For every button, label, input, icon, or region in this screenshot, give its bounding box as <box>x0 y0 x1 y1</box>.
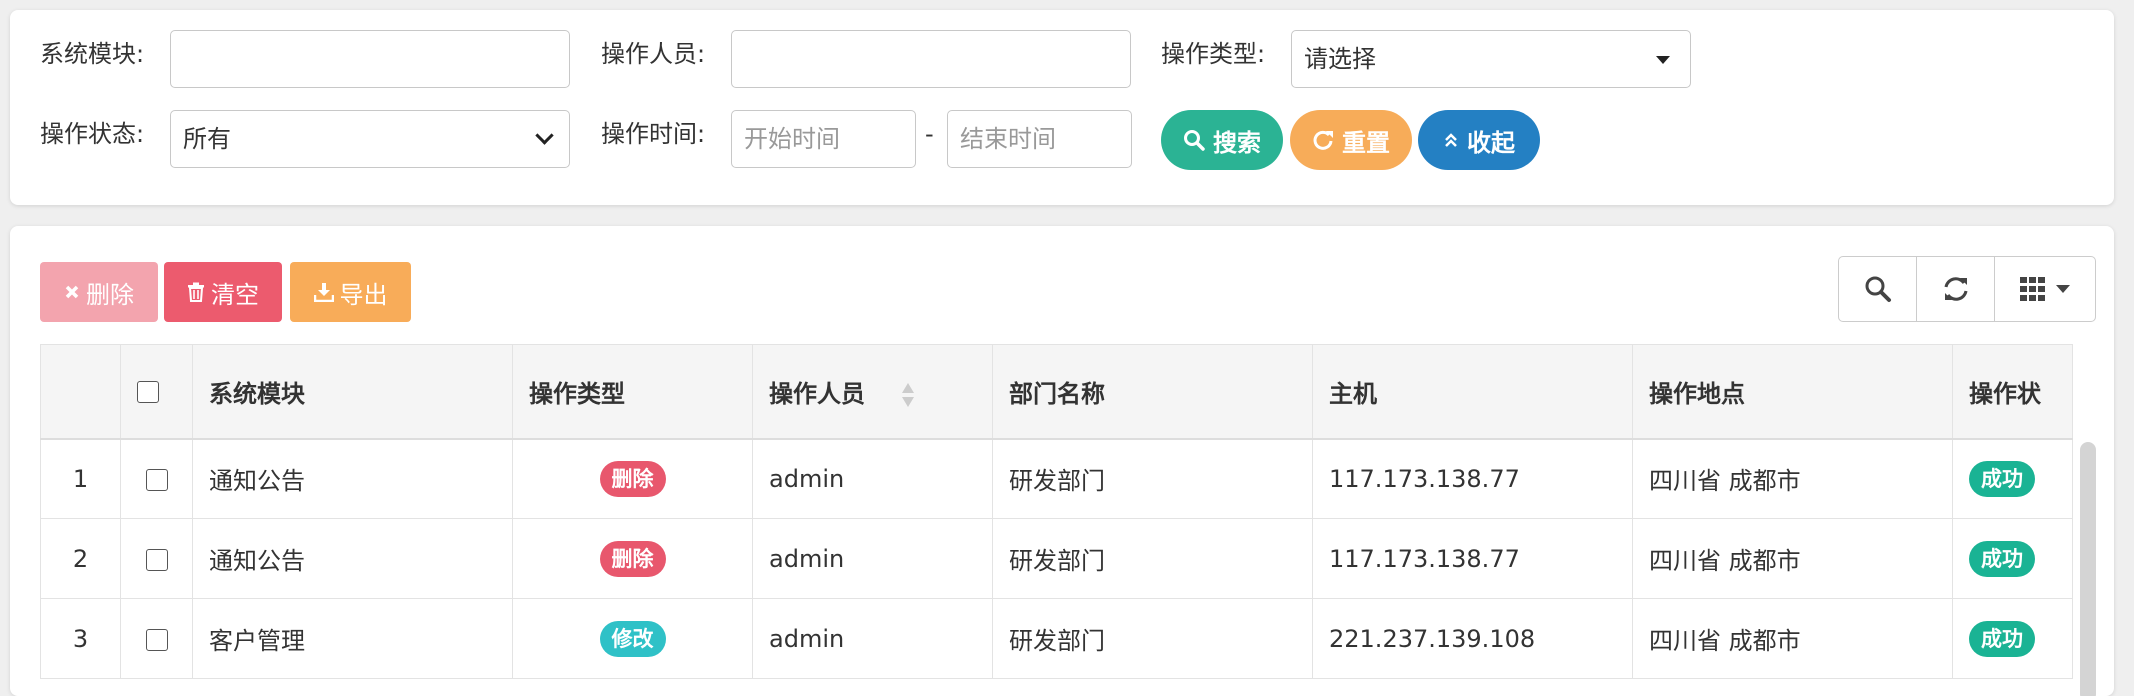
row-index: 3 <box>40 598 121 679</box>
status-badge: 成功 <box>1969 540 2035 577</box>
cell-host: 117.173.138.77 <box>1312 518 1633 599</box>
cell-location: 四川省 成都市 <box>1632 598 1953 679</box>
status-label: 操作状态: <box>40 120 145 148</box>
refresh-table-button[interactable] <box>1917 257 1995 321</box>
row-checkbox[interactable] <box>145 468 168 491</box>
sort-icon[interactable] <box>901 381 915 409</box>
table-scrollbar[interactable] <box>2080 442 2096 696</box>
col-header-dept[interactable]: 部门名称 <box>992 344 1313 440</box>
reset-button[interactable]: 重置 <box>1290 110 1412 170</box>
status-badge: 成功 <box>1969 620 2035 657</box>
cell-status: 成功 <box>1952 518 2073 599</box>
col-header-type[interactable]: 操作类型 <box>512 344 753 440</box>
operator-input[interactable] <box>731 30 1131 88</box>
table-row[interactable]: 1 通知公告 删除 admin 研发部门 117.173.138.77 四川省 成都市 成功 <box>40 438 2073 519</box>
table-header-row: 系统模块 操作类型 操作人员 部门名称 主机 操作地点 操作状 <box>40 344 2073 440</box>
search-button-label: 搜索 <box>1213 128 1261 157</box>
double-chevron-up-icon <box>1445 133 1457 147</box>
status-select-value: 所有 <box>183 125 231 153</box>
type-badge: 修改 <box>599 620 666 657</box>
cell-host: 221.237.139.108 <box>1312 598 1633 679</box>
col-header-location[interactable]: 操作地点 <box>1632 344 1953 440</box>
table-row[interactable]: 2 通知公告 删除 admin 研发部门 117.173.138.77 四川省 成都市 成功 <box>40 518 2073 599</box>
reset-button-label: 重置 <box>1342 128 1390 157</box>
caret-down-icon <box>2056 285 2070 293</box>
col-header-status[interactable]: 操作状 <box>1952 344 2073 440</box>
status-select[interactable]: 所有 <box>170 110 570 168</box>
cell-module: 通知公告 <box>192 438 513 519</box>
delete-button[interactable]: 删除 <box>40 262 158 322</box>
cell-type: 修改 <box>512 598 753 679</box>
grid-icon <box>2020 277 2045 301</box>
cell-dept: 研发部门 <box>992 438 1313 519</box>
col-header-host[interactable]: 主机 <box>1312 344 1633 440</box>
clear-button[interactable]: 清空 <box>164 262 282 322</box>
module-input[interactable] <box>170 30 570 88</box>
col-header-operator-label: 操作人员 <box>769 379 865 408</box>
time-label: 操作时间: <box>601 120 706 148</box>
clear-button-label: 清空 <box>211 280 259 309</box>
row-select-cell <box>120 518 193 599</box>
cell-host: 117.173.138.77 <box>1312 438 1633 519</box>
row-checkbox[interactable] <box>145 628 168 651</box>
module-label: 系统模块: <box>40 40 145 68</box>
search-button[interactable]: 搜索 <box>1161 110 1283 170</box>
collapse-button-label: 收起 <box>1467 128 1515 157</box>
time-range-separator: - <box>925 120 934 148</box>
trash-icon <box>188 282 204 302</box>
columns-dropdown-button[interactable] <box>1995 257 2095 321</box>
cell-status: 成功 <box>1952 438 2073 519</box>
cell-type: 删除 <box>512 438 753 519</box>
cell-dept: 研发部门 <box>992 598 1313 679</box>
select-all-checkbox[interactable] <box>137 381 159 404</box>
cell-operator: admin <box>752 438 993 519</box>
type-select-value: 请选择 <box>1304 45 1376 73</box>
table-row[interactable]: 3 客户管理 修改 admin 研发部门 221.237.139.108 四川省 成都市 成功 <box>40 598 2073 679</box>
operation-log-table: 系统模块 操作类型 操作人员 部门名称 主机 操作地点 操作状 1 通知公告 删除 a… <box>40 344 2073 679</box>
delete-button-label: 删除 <box>86 280 134 309</box>
end-time-input[interactable]: 结束时间 <box>947 110 1132 168</box>
col-header-operator[interactable]: 操作人员 <box>752 344 993 440</box>
cell-location: 四川省 成都市 <box>1632 438 1953 519</box>
type-label: 操作类型: <box>1161 40 1266 68</box>
type-badge: 删除 <box>599 460 666 497</box>
export-button-label: 导出 <box>339 280 388 309</box>
row-select-cell <box>120 598 193 679</box>
table-tools <box>1838 256 2096 322</box>
status-badge: 成功 <box>1969 460 2035 497</box>
cell-location: 四川省 成都市 <box>1632 518 1953 599</box>
search-icon <box>1184 130 1205 151</box>
cell-type: 删除 <box>512 518 753 599</box>
toggle-search-button[interactable] <box>1839 257 1917 321</box>
type-select[interactable]: 请选择 <box>1291 30 1691 88</box>
cell-status: 成功 <box>1952 598 2073 679</box>
operator-label: 操作人员: <box>601 40 706 68</box>
row-index: 2 <box>40 518 121 599</box>
cell-operator: admin <box>752 598 993 679</box>
col-header-select <box>120 344 193 440</box>
row-checkbox[interactable] <box>145 548 168 571</box>
refresh-icon <box>1944 277 1967 301</box>
search-icon <box>1865 276 1891 302</box>
cell-operator: admin <box>752 518 993 599</box>
caret-down-icon <box>1656 56 1670 64</box>
row-index: 1 <box>40 438 121 519</box>
collapse-button[interactable]: 收起 <box>1418 110 1540 170</box>
col-header-module[interactable]: 系统模块 <box>192 344 513 440</box>
cell-dept: 研发部门 <box>992 518 1313 599</box>
start-time-input[interactable]: 开始时间 <box>731 110 916 168</box>
cell-module: 客户管理 <box>192 598 513 679</box>
refresh-icon <box>1313 130 1333 150</box>
chevron-down-icon <box>535 126 554 145</box>
export-button[interactable]: 导出 <box>290 262 411 322</box>
search-form-panel: 系统模块: 操作人员: 操作类型: 请选择 操作状态: 所有 操作时间: 开始时… <box>10 10 2114 205</box>
row-select-cell <box>120 438 193 519</box>
download-icon <box>313 283 334 302</box>
table-panel: 删除 清空 导出 系统模块 操作类型 操作人员 部门名称 主机 操作地点 操作状… <box>10 226 2114 696</box>
col-header-index <box>40 344 121 440</box>
type-badge: 删除 <box>599 540 666 577</box>
cell-module: 通知公告 <box>192 518 513 599</box>
times-icon <box>65 285 79 299</box>
